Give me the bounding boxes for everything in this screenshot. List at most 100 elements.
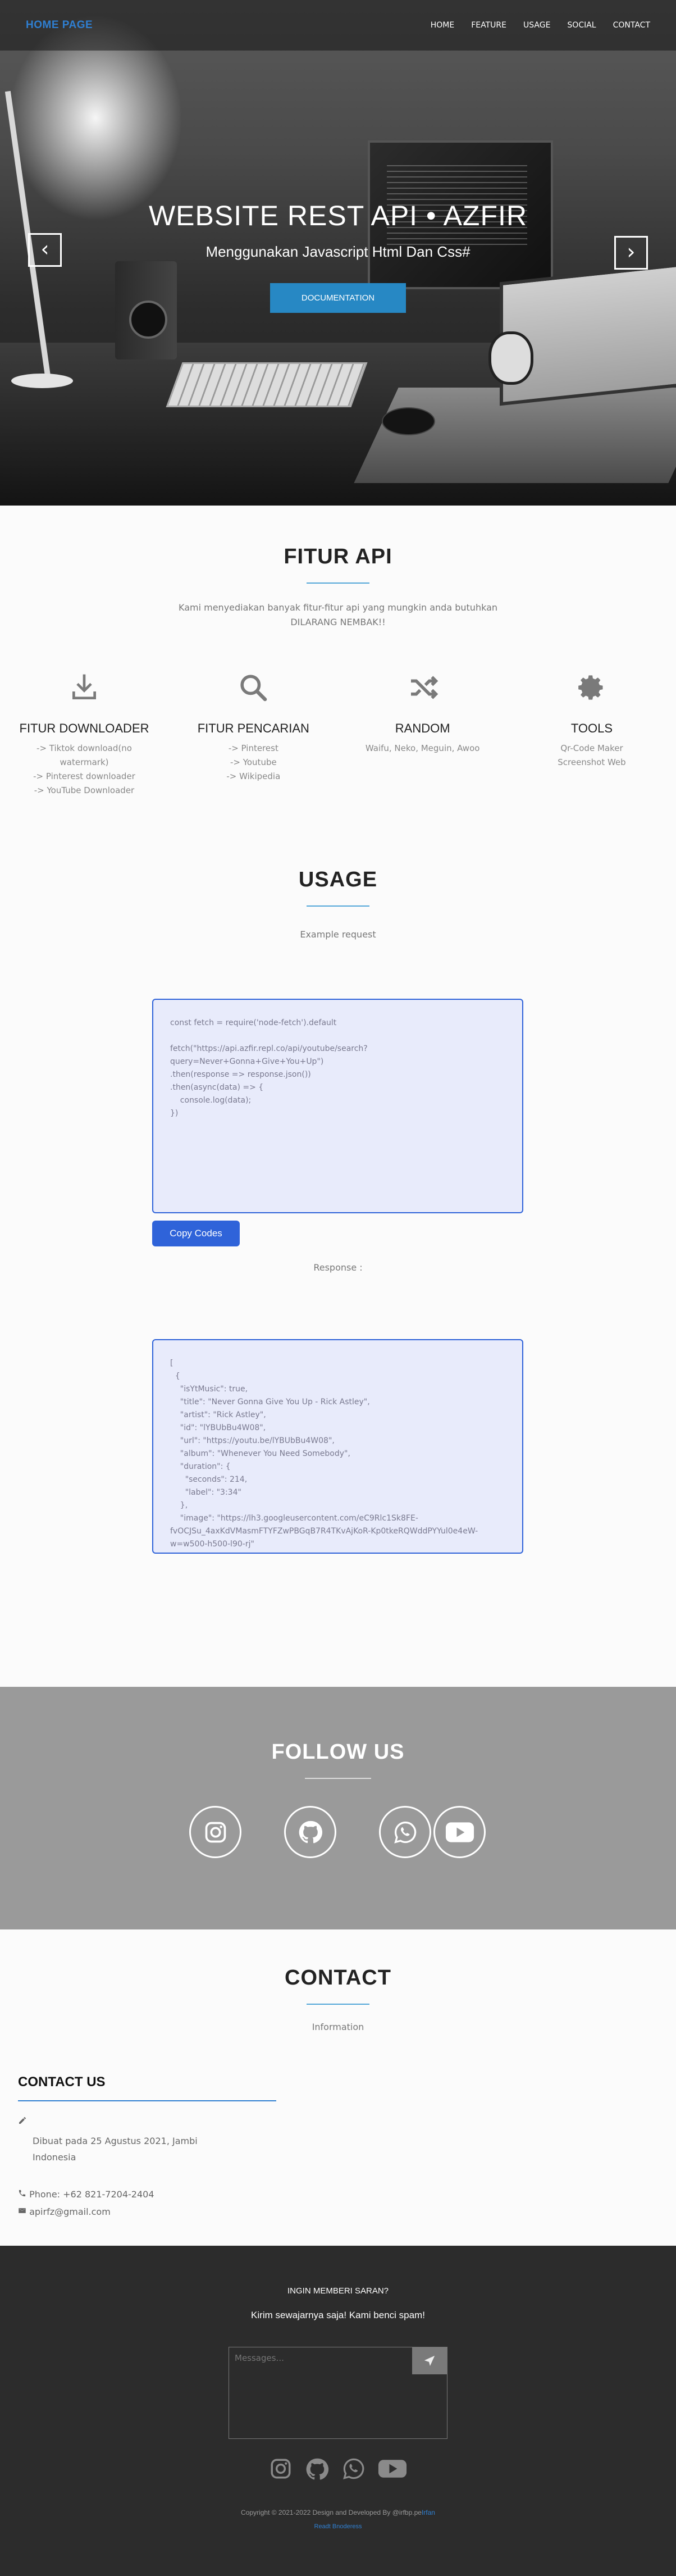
footer: INGIN MEMBERI SARAN? Kirim sewajarnya sa…: [0, 2246, 676, 2576]
follow-divider: [305, 1778, 371, 1779]
whatsapp-icon: [343, 2458, 364, 2479]
instagram-icon: [205, 1822, 226, 1842]
message-input[interactable]: [229, 2347, 410, 2438]
hero-lamp-base-shape: [11, 374, 73, 388]
feature-lines: Qr-Code Maker Screenshot Web: [524, 741, 659, 770]
response-code-box[interactable]: [ { "isYtMusic": true, "title": "Never G…: [152, 1339, 523, 1554]
feature-lines: -> Pinterest -> Youtube -> Wikipedia: [186, 741, 321, 784]
follow-section: FOLLOW US: [0, 1687, 676, 1929]
contact-us-divider: [18, 2100, 276, 2101]
copy-codes-button[interactable]: Copy Codes: [152, 1221, 240, 1246]
nav-usage[interactable]: USAGE: [523, 21, 550, 30]
contact-email: apirfz@gmail.com: [18, 2206, 276, 2217]
download-icon: [17, 669, 152, 706]
copyright-text: Copyright © 2021-2022 Design and Develop…: [0, 2509, 676, 2516]
social-icons: [0, 1806, 676, 1862]
feature-title: RANDOM: [395, 721, 450, 735]
feature-lines: Waifu, Neko, Meguin, Awoo: [355, 741, 490, 755]
phone-icon: [18, 2189, 29, 2200]
copyright-author-link[interactable]: Irfan: [422, 2509, 435, 2516]
contact-title: CONTACT: [285, 1966, 391, 1990]
fitur-title: FITUR API: [284, 545, 392, 568]
feature-line: Qr-Code Maker: [560, 743, 623, 753]
feature-list: FITUR DOWNLOADER -> Tiktok download(no w…: [0, 669, 676, 798]
feature-line: Screenshot Web: [558, 757, 626, 767]
footer-instagram-link[interactable]: [269, 2457, 293, 2484]
feature-line: -> Tiktok download(no watermark): [36, 743, 132, 767]
github-icon: [299, 1821, 322, 1843]
feature-line: Waifu, Neko, Meguin, Awoo: [365, 743, 480, 753]
usage-divider: [307, 905, 369, 907]
youtube-icon: [445, 1822, 474, 1842]
footer-youtube-link[interactable]: [378, 2457, 407, 2484]
suggestion-question: INGIN MEMBERI SARAN?: [287, 2286, 389, 2296]
instagram-icon: [271, 2459, 291, 2479]
readme-link[interactable]: Readt Bnoderess: [0, 2523, 676, 2530]
usage-title: USAGE: [298, 868, 378, 891]
brand-link[interactable]: HOME PAGE: [26, 19, 93, 31]
feature-title: TOOLS: [570, 721, 613, 735]
youtube-link[interactable]: [433, 1806, 486, 1858]
shuffle-icon: [355, 669, 490, 706]
hero-keyboard-shape: [166, 362, 368, 407]
nav-social[interactable]: SOCIAL: [567, 21, 596, 30]
usage-description: Example request: [300, 929, 376, 940]
copyright-prefix: Copyright © 2021-2022 Design and Develop…: [241, 2509, 422, 2516]
send-button[interactable]: [412, 2347, 447, 2374]
contact-phone: Phone: +62 821-7204-2404: [18, 2189, 276, 2200]
fitur-description: Kami menyediakan banyak fitur-fitur api …: [178, 602, 498, 627]
whatsapp-icon: [394, 1821, 416, 1844]
fitur-divider: [307, 582, 369, 584]
feature-line: -> Youtube: [230, 757, 277, 767]
hero-clock-shape: [488, 331, 533, 385]
usage-section: USAGE Example request const fetch = requ…: [0, 843, 676, 1685]
navbar: HOME PAGE HOME FEATURE USAGE SOCIAL CONT…: [0, 0, 676, 51]
message-form: [229, 2347, 447, 2439]
fitur-section: FITUR API Kami menyediakan banyak fitur-…: [0, 506, 676, 843]
github-icon: [306, 2458, 329, 2480]
hero-subtitle: Menggunakan Javascript Html Dan Css#: [205, 243, 471, 260]
feature-line: -> Pinterest downloader: [33, 771, 135, 781]
made-line-2: Indonesia: [33, 2152, 76, 2163]
feature-line: -> Wikipedia: [226, 771, 281, 781]
made-line-1: Dibuat pada 25 Agustus 2021, Jambi: [33, 2136, 198, 2146]
email-text[interactable]: apirfz@gmail.com: [29, 2206, 111, 2217]
contact-made-info: Dibuat pada 25 Agustus 2021, Jambi Indon…: [18, 2116, 276, 2165]
suggestion-prompt: Kirim sewajarnya saja! Kami benci spam!: [251, 2310, 425, 2320]
instagram-link[interactable]: [189, 1806, 241, 1858]
send-icon: [424, 2355, 435, 2366]
footer-whatsapp-link[interactable]: [342, 2457, 366, 2484]
contact-section: CONTACT Information CONTACT US Dibuat pa…: [0, 1929, 676, 2246]
whatsapp-link[interactable]: [379, 1806, 431, 1858]
contact-divider: [307, 2004, 369, 2005]
pencil-icon: [18, 2116, 27, 2127]
feature-tools: TOOLS Qr-Code Maker Screenshot Web: [524, 669, 659, 798]
feature-title: FITUR DOWNLOADER: [19, 721, 149, 735]
footer-github-link[interactable]: [305, 2457, 330, 2484]
documentation-button[interactable]: DOCUMENTATION: [270, 283, 406, 313]
youtube-icon: [378, 2460, 407, 2478]
hero-title: WEBSITE REST API • AZFIR: [148, 200, 528, 231]
response-label: Response :: [313, 1262, 363, 1273]
feature-title: FITUR PENCARIAN: [197, 721, 309, 735]
nav-feature[interactable]: FEATURE: [471, 21, 506, 30]
contact-us-heading: CONTACT US: [18, 2074, 106, 2090]
feature-search: FITUR PENCARIAN -> Pinterest -> Youtube …: [186, 669, 321, 798]
hero-text: WEBSITE REST API • AZFIR Menggunakan Jav…: [0, 199, 676, 313]
hero-section: ‹ › WEBSITE REST API • AZFIR Menggunakan…: [0, 0, 676, 506]
envelope-icon: [18, 2206, 29, 2217]
footer-social-icons: [0, 2457, 676, 2484]
request-code-box[interactable]: const fetch = require('node-fetch').defa…: [152, 999, 523, 1213]
github-link[interactable]: [284, 1806, 336, 1858]
nav-contact[interactable]: CONTACT: [613, 21, 650, 30]
search-icon: [186, 669, 321, 706]
feature-downloader: FITUR DOWNLOADER -> Tiktok download(no w…: [17, 669, 152, 798]
nav-links: HOME FEATURE USAGE SOCIAL CONTACT: [431, 21, 650, 30]
phone-text[interactable]: Phone: +62 821-7204-2404: [29, 2189, 154, 2200]
feature-line: -> YouTube Downloader: [34, 785, 135, 795]
nav-home[interactable]: HOME: [431, 21, 454, 30]
feature-lines: -> Tiktok download(no watermark) -> Pint…: [17, 741, 152, 798]
hero-mouse-shape: [382, 407, 435, 435]
feature-random: RANDOM Waifu, Neko, Meguin, Awoo: [355, 669, 490, 798]
contact-us-block: CONTACT US Dibuat pada 25 Agustus 2021, …: [18, 2074, 276, 2217]
